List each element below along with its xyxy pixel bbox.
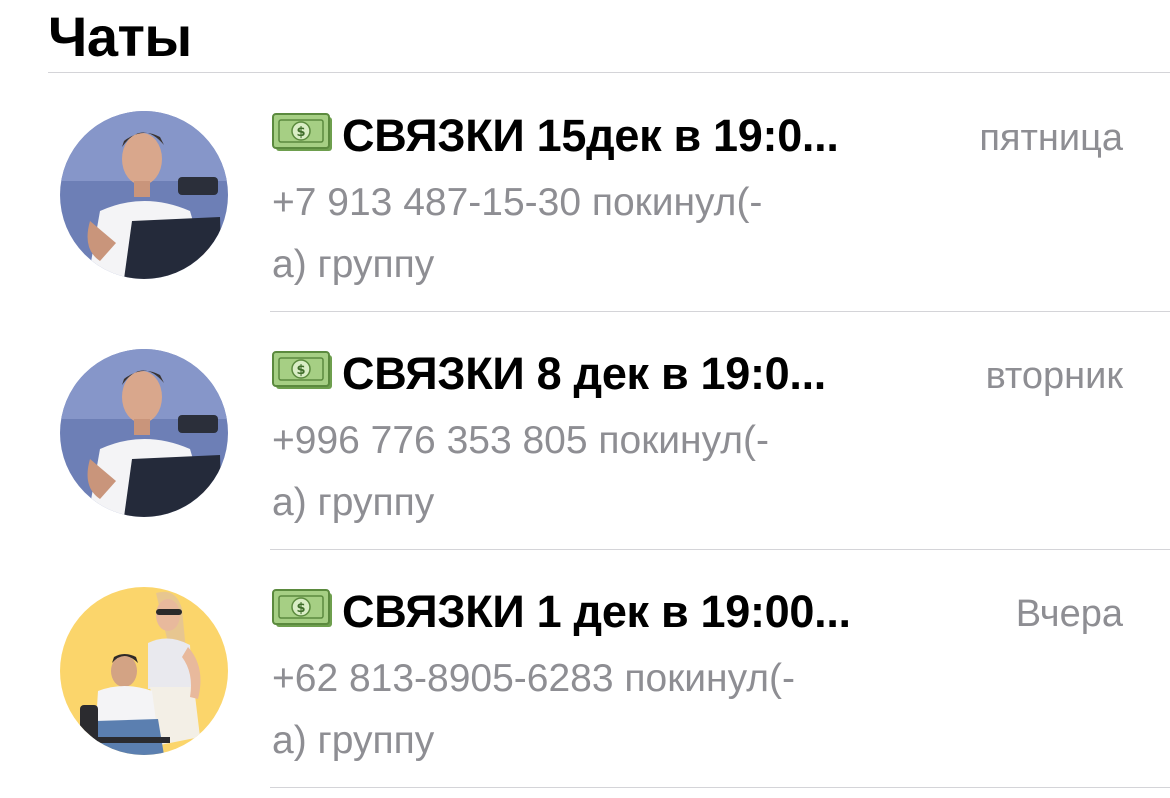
chat-preview-line: +62 813-8905-6283 покинул(-	[272, 657, 795, 700]
chat-row[interactable]: $ СВЯЗКИ 15дек в 19:0... пятница +7 913 …	[0, 74, 1170, 312]
chat-title: $ СВЯЗКИ 8 дек в 19:0...	[272, 346, 826, 402]
chat-title: $ СВЯЗКИ 15дек в 19:0...	[272, 108, 839, 164]
chat-date: Вчера	[1015, 593, 1123, 635]
money-banknote-icon: $	[272, 589, 334, 629]
money-banknote-icon: $	[272, 113, 334, 153]
svg-text:$: $	[296, 125, 305, 140]
money-banknote-icon: $	[272, 351, 334, 391]
chat-title-text: СВЯЗКИ 1 дек в 19:00...	[342, 586, 851, 637]
chat-preview-line: +7 913 487-15-30 покинул(-	[272, 181, 763, 224]
avatar	[60, 111, 228, 279]
chat-date: пятница	[979, 117, 1123, 159]
svg-text:$: $	[296, 601, 305, 616]
avatar	[60, 349, 228, 517]
chat-preview: +62 813-8905-6283 покинул(- а) группу	[272, 648, 932, 772]
chat-preview-line: +996 776 353 805 покинул(-	[272, 419, 769, 462]
chat-preview-line: а) группу	[272, 719, 435, 762]
avatar	[60, 587, 228, 755]
row-divider	[270, 787, 1170, 788]
svg-text:$: $	[296, 363, 305, 378]
chat-preview-line: а) группу	[272, 481, 435, 524]
chat-preview: +996 776 353 805 покинул(- а) группу	[272, 410, 932, 534]
chat-row[interactable]: $ СВЯЗКИ 1 дек в 19:00... Вчера +62 813-…	[0, 550, 1170, 788]
chat-date: вторник	[985, 355, 1123, 397]
chat-title: $ СВЯЗКИ 1 дек в 19:00...	[272, 584, 851, 640]
chat-row[interactable]: $ СВЯЗКИ 8 дек в 19:0... вторник +996 77…	[0, 312, 1170, 550]
chat-preview-line: а) группу	[272, 243, 435, 286]
chat-title-text: СВЯЗКИ 8 дек в 19:0...	[342, 348, 827, 399]
title-divider	[48, 72, 1170, 73]
chat-preview: +7 913 487-15-30 покинул(- а) группу	[272, 172, 932, 296]
page-title: Чаты	[48, 5, 192, 68]
chat-title-text: СВЯЗКИ 15дек в 19:0...	[342, 110, 839, 161]
